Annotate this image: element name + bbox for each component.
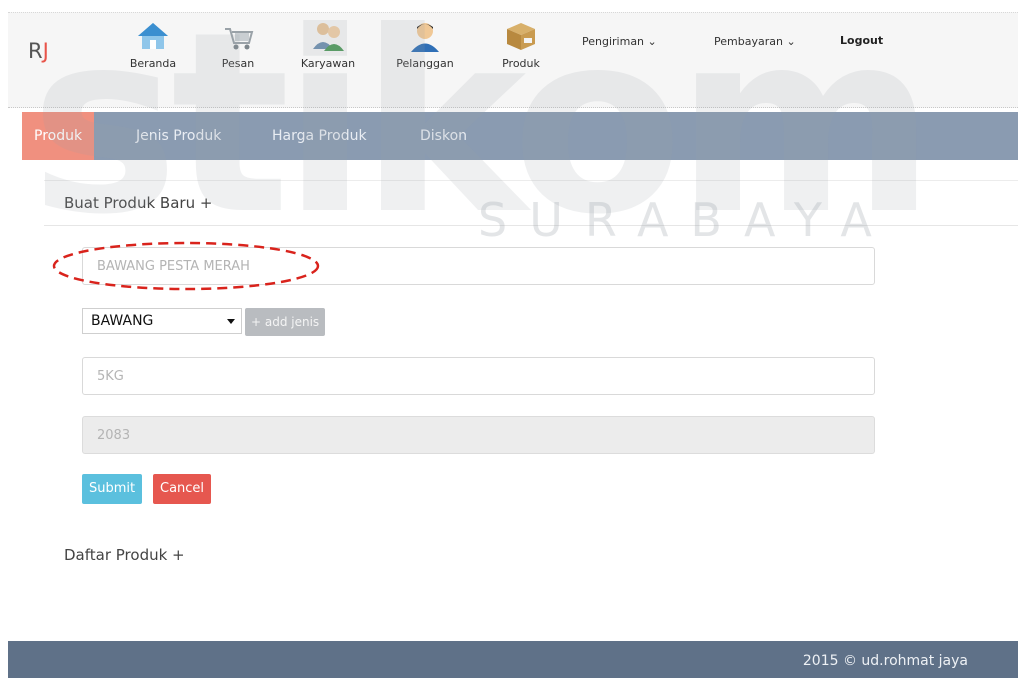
dropdown-pembayaran-label: Pembayaran <box>714 35 783 48</box>
logout-link[interactable]: Logout <box>840 34 883 47</box>
nav-pelanggan[interactable]: Pelanggan <box>390 19 460 70</box>
dropdown-pengiriman-label: Pengiriman <box>582 35 645 48</box>
product-box-icon <box>507 23 535 50</box>
nav-produk-label: Produk <box>502 57 540 70</box>
submit-button[interactable]: Submit <box>82 474 143 504</box>
employees-icon <box>313 23 344 51</box>
product-name-input[interactable] <box>82 247 875 285</box>
nav-karyawan-label: Karyawan <box>300 57 356 70</box>
brand-logo[interactable]: RJ <box>28 39 49 63</box>
tab-harga-produk[interactable]: Harga Produk <box>272 112 367 160</box>
category-select-value: BAWANG <box>91 313 154 329</box>
create-product-title: Buat Produk Baru + <box>64 194 213 212</box>
brand-j: J <box>42 39 49 63</box>
unit-input[interactable] <box>82 357 875 395</box>
add-category-button[interactable]: + add jenis <box>245 308 326 336</box>
nav-beranda-label: Beranda <box>129 57 177 70</box>
customer-icon <box>411 23 439 52</box>
copyright-text: 2015 © ud.rohmat jaya <box>802 653 968 669</box>
cart-icon <box>225 28 254 50</box>
brand-r: R <box>28 39 43 63</box>
cancel-button[interactable]: Cancel <box>153 474 212 504</box>
nav-karyawan[interactable]: Karyawan <box>293 19 363 70</box>
tab-produk[interactable]: Produk <box>22 112 95 160</box>
tab-diskon[interactable]: Diskon <box>420 112 467 160</box>
nav-pelanggan-label: Pelanggan <box>396 57 454 70</box>
nav-beranda[interactable]: Beranda <box>118 19 188 70</box>
home-icon <box>138 23 168 49</box>
dropdown-arrow-icon <box>227 319 235 324</box>
nav-produk[interactable]: Produk <box>486 19 556 70</box>
nav-pesan[interactable]: Pesan <box>203 19 273 70</box>
tab-jenis-produk[interactable]: Jenis Produk <box>136 112 221 160</box>
chevron-down-icon: ⌄ <box>786 35 796 48</box>
product-code-input <box>82 416 875 454</box>
create-product-panel-header[interactable]: Buat Produk Baru + <box>44 180 1018 226</box>
dropdown-pembayaran[interactable]: Pembayaran ⌄ <box>714 35 796 48</box>
dropdown-pengiriman[interactable]: Pengiriman ⌄ <box>582 35 657 48</box>
top-header: RJ Beranda Pesan Karyawan Pelanggan Prod… <box>8 12 1018 108</box>
nav-pesan-label: Pesan <box>221 57 255 70</box>
category-select[interactable]: BAWANG <box>82 308 242 334</box>
product-list-title[interactable]: Daftar Produk + <box>64 546 185 564</box>
footer: 2015 © ud.rohmat jaya <box>8 641 1018 678</box>
chevron-down-icon: ⌄ <box>647 35 657 48</box>
product-subnav: Produk Jenis Produk Harga Produk Diskon <box>22 112 1018 160</box>
